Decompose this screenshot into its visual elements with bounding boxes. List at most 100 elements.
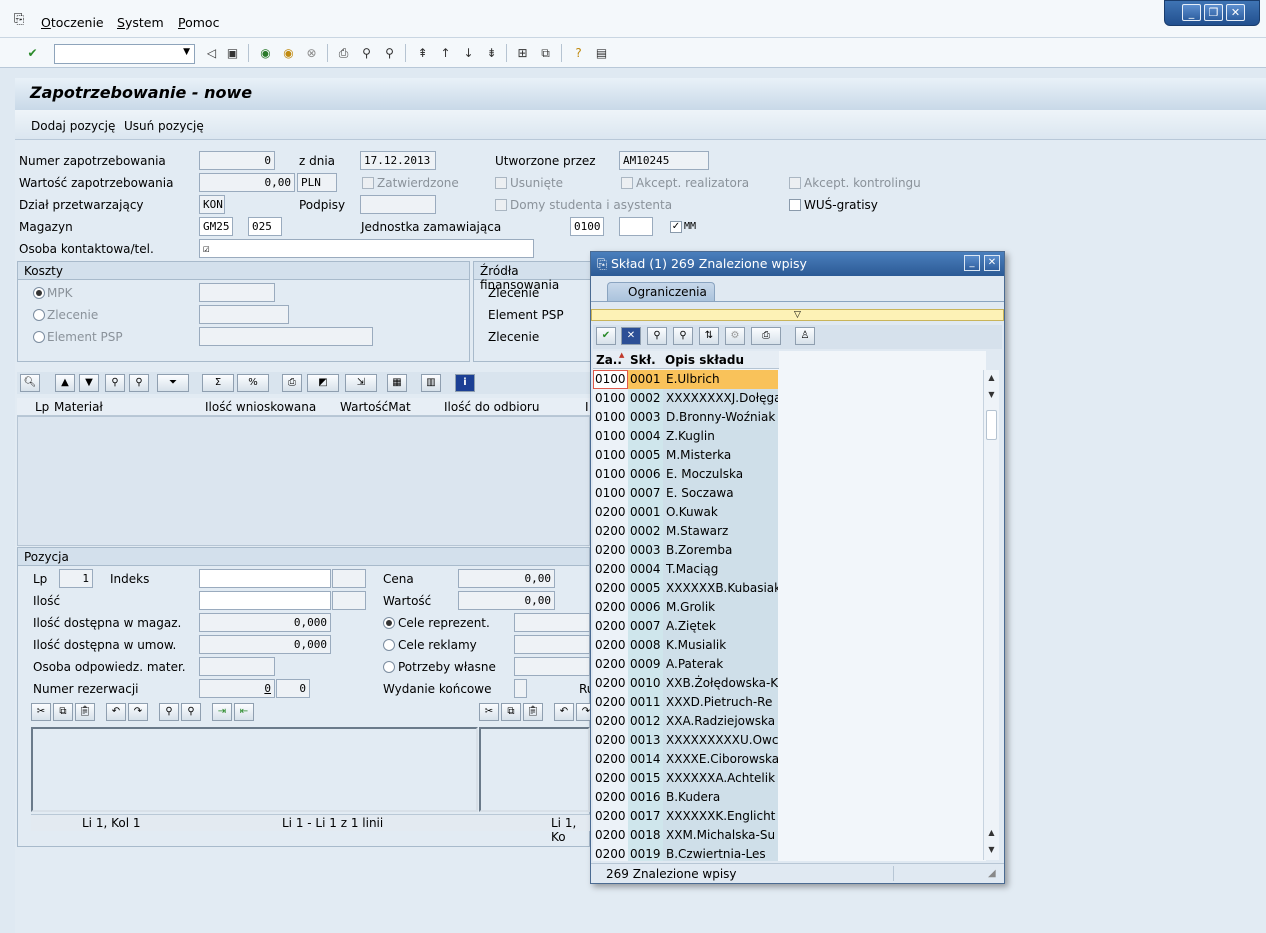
prev-page-icon[interactable]: ↑ [437,45,454,62]
views-icon[interactable]: ◩ [307,374,339,392]
cancel-icon[interactable]: ✕ [621,327,641,345]
find-next-icon[interactable]: ⚲ [129,374,149,392]
result-row[interactable]: 0200 0013 XXXXXXXXXU.Owca [593,731,778,750]
enter-icon[interactable]: ✔ [24,45,41,62]
dialog-minimize-button[interactable]: _ [964,255,980,271]
mpk-radio[interactable] [33,287,45,299]
deleted-checkbox[interactable] [495,177,507,189]
undo-icon[interactable]: ↶ [554,703,574,721]
remove-position-button[interactable]: Usuń pozycję [124,119,204,133]
result-row[interactable]: 0100 0007 E. Soczawa [593,484,778,503]
result-row[interactable]: 0100 0003 D.Bronny-Woźniak [593,408,778,427]
filter-icon[interactable]: ⏷ [157,374,189,392]
col-value-mat[interactable]: WartośćMat [340,400,411,414]
undo-icon[interactable]: ↶ [106,703,126,721]
result-row[interactable]: 0100 0001 E.Ulbrich [593,370,778,389]
close-button[interactable]: ✕ [1226,4,1245,21]
cut-icon[interactable]: ✂ [31,703,51,721]
find-icon[interactable]: ⚲ [647,327,667,345]
repr-radio[interactable] [383,617,395,629]
restore-button[interactable]: ❐ [1204,4,1223,21]
details-icon[interactable]: 🔍︎ [20,374,40,392]
settings-icon[interactable]: ⚙ [725,327,745,345]
chevron-down-icon[interactable]: ▼ [183,47,190,57]
tab-restrictions[interactable]: Ograniczenia [607,282,715,302]
help-icon[interactable]: ? [570,45,587,62]
result-row[interactable]: 0200 0009 A.Paterak [593,655,778,674]
info-icon[interactable]: i [455,374,475,392]
last-page-icon[interactable]: ⇟ [483,45,500,62]
mm-checkbox[interactable]: ✓ [670,221,682,233]
cut-icon[interactable]: ✂ [479,703,499,721]
sort-icon[interactable]: ⇅ [699,327,719,345]
export-icon[interactable]: ⇲ [345,374,377,392]
back-icon[interactable]: ◉ [257,45,274,62]
copy-icon[interactable]: ⧉ [53,703,73,721]
result-row[interactable]: 0200 0016 B.Kudera [593,788,778,807]
back-arrow-icon[interactable]: ◁ [203,45,220,62]
accept-realizer-checkbox[interactable] [621,177,633,189]
redo-icon[interactable]: ↷ [128,703,148,721]
confirm-icon[interactable]: ✔ [596,327,616,345]
result-row[interactable]: 0200 0011 XXXD.Pietruch-Re [593,693,778,712]
add-position-button[interactable]: Dodaj pozycję [31,119,115,133]
save-icon[interactable]: ▣ [224,45,241,62]
find-next-icon[interactable]: ⚲ [381,45,398,62]
menu-icon[interactable]: ⎘ [14,12,24,27]
dorms-checkbox[interactable] [495,199,507,211]
warehouse-field[interactable]: GM25 [199,217,233,236]
export-icon[interactable]: ⇤ [234,703,254,721]
own-radio[interactable] [383,661,395,673]
print-icon[interactable]: ⎙ [282,374,302,392]
page-up-icon[interactable]: ▲ [984,825,999,841]
result-row[interactable]: 0200 0015 XXXXXXA.Achtelik [593,769,778,788]
exit-icon[interactable]: ◉ [280,45,297,62]
result-row[interactable]: 0200 0017 XXXXXXK.Englicht [593,807,778,826]
ads-radio[interactable] [383,639,395,651]
copy-icon[interactable]: ⧉ [501,703,521,721]
result-row[interactable]: 0200 0010 XXB.Żołędowska-K [593,674,778,693]
col-storage[interactable]: Skł. [630,353,656,367]
layout-icon[interactable]: ▤ [593,45,610,62]
restrictions-toggle[interactable]: ▽ [591,309,1004,321]
text-editor-left[interactable] [31,727,478,812]
subtotal-icon[interactable]: % [237,374,269,392]
cost-order-radio[interactable] [33,309,45,321]
scroll-thumb[interactable] [986,410,997,440]
scroll-up-icon[interactable]: ▲ [984,370,999,386]
dialog-close-button[interactable]: ✕ [984,255,1000,271]
result-row[interactable]: 0200 0002 M.Stawarz [593,522,778,541]
index-field[interactable] [199,569,331,588]
result-row[interactable]: 0200 0003 B.Zoremba [593,541,778,560]
page-down-icon[interactable]: ▼ [984,842,999,858]
sort-asc-icon[interactable]: ▲ [55,374,75,392]
next-page-icon[interactable]: ↓ [460,45,477,62]
menu-system[interactable]: System [117,15,164,30]
command-field[interactable]: ▼ [54,44,195,64]
print-icon[interactable]: ⎙ [751,327,781,345]
wus-checkbox[interactable] [789,199,801,211]
result-row[interactable]: 0100 0006 E. Moczulska [593,465,778,484]
abc-analysis-icon[interactable]: ▥ [421,374,441,392]
result-row[interactable]: 0200 0012 XXA.Radziejowska [593,712,778,731]
result-row[interactable]: 0200 0019 B.Czwiertnia-Les [593,845,778,861]
result-row[interactable]: 0200 0007 A.Ziętek [593,617,778,636]
result-row[interactable]: 0200 0006 M.Grolik [593,598,778,617]
find-icon[interactable]: ⚲ [159,703,179,721]
result-row[interactable]: 0100 0004 Z.Kuglin [593,427,778,446]
contact-field[interactable]: ☑ [199,239,534,258]
cancel-icon[interactable]: ⊗ [303,45,320,62]
menu-otoczenie[interactable]: Otoczenie [41,15,104,30]
shortcut-icon[interactable]: ⧉ [537,45,554,62]
find-icon[interactable]: ⚲ [105,374,125,392]
cost-psp-radio[interactable] [33,331,45,343]
result-row[interactable]: 0200 0008 K.Musialik [593,636,778,655]
layout-grid-icon[interactable]: ▦ [387,374,407,392]
menu-pomoc[interactable]: Pomoc [178,15,219,30]
col-qty-requested[interactable]: Ilość wnioskowana [205,400,316,414]
resize-grip-icon[interactable]: ◢ [988,868,996,879]
new-session-icon[interactable]: ⊞ [514,45,531,62]
text-editor-right[interactable] [479,727,590,812]
col-description[interactable]: Opis składu [665,353,744,367]
results-scrollbar[interactable]: ▲ ▼ ▲ ▼ [983,370,999,860]
